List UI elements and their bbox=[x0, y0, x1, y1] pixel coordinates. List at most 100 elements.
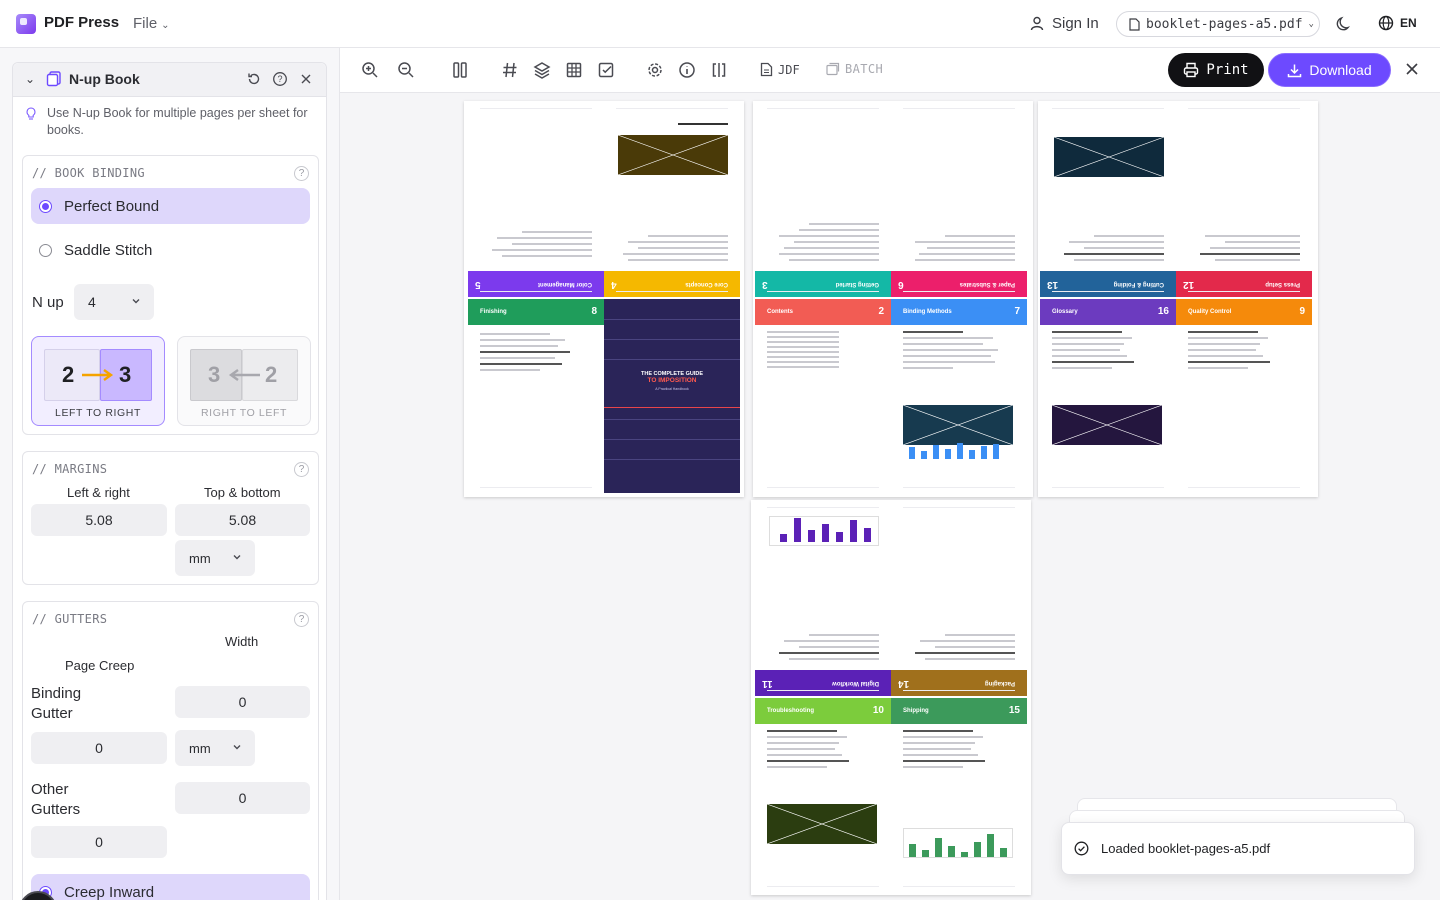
page-title: Press Setup bbox=[1265, 281, 1300, 287]
image-placeholder bbox=[1054, 137, 1164, 177]
bar-chart-figure bbox=[769, 516, 879, 546]
print-button[interactable]: Print bbox=[1168, 53, 1264, 87]
close-icon[interactable] bbox=[1404, 61, 1420, 77]
page-heading: Color Management 5 bbox=[468, 271, 604, 297]
option-perfect-bound[interactable]: Perfect Bound bbox=[31, 188, 310, 224]
document-icon bbox=[1129, 17, 1140, 31]
page-7: Binding Methods 7 bbox=[891, 299, 1027, 493]
jdf-button[interactable]: JDF bbox=[760, 62, 800, 77]
page-heading: Packaging 14 bbox=[891, 670, 1027, 696]
image-placeholder bbox=[903, 405, 1013, 445]
page-title: Core Concepts bbox=[685, 281, 728, 287]
page-title: Troubleshooting bbox=[767, 708, 814, 714]
help-icon[interactable]: ? bbox=[294, 166, 309, 181]
gutter-unit-select[interactable]: mm bbox=[175, 730, 255, 766]
binding-gutter-creep-input[interactable]: 0 bbox=[31, 732, 167, 764]
option-creep-inward[interactable]: Creep Inward bbox=[31, 874, 310, 900]
moon-icon[interactable] bbox=[1334, 14, 1354, 34]
close-icon[interactable] bbox=[298, 71, 314, 87]
page-8: Finishing 8 bbox=[468, 299, 604, 493]
imposed-sheet[interactable]: Getting Started 3 Paper & Substrates 6 Con… bbox=[753, 101, 1033, 497]
left-right-margin-input[interactable]: 5.08 bbox=[31, 504, 167, 536]
document-icon bbox=[760, 62, 773, 77]
section-title: // GUTTERS bbox=[32, 612, 108, 626]
layers-icon[interactable] bbox=[532, 60, 552, 80]
page-number: 4 bbox=[611, 279, 617, 290]
download-label: Download bbox=[1309, 62, 1372, 78]
print-label: Print bbox=[1206, 62, 1249, 78]
toast-message: Loaded booklet-pages-a5.pdf bbox=[1101, 841, 1271, 856]
page-heading: Press Setup 12 bbox=[1176, 271, 1312, 297]
sign-in-button[interactable]: Sign In bbox=[1030, 15, 1099, 32]
help-icon[interactable]: ? bbox=[294, 462, 309, 477]
other-gutters-creep-input[interactable]: 0 bbox=[31, 826, 167, 858]
checkbox-icon[interactable] bbox=[596, 60, 616, 80]
imposed-sheet[interactable]: Digital Workflow 11 Packaging 14 Troublesh… bbox=[751, 500, 1031, 895]
page-number: 8 bbox=[591, 306, 597, 317]
zoom-in-icon[interactable] bbox=[360, 60, 380, 80]
grid-icon[interactable] bbox=[564, 60, 584, 80]
page-number: 3 bbox=[208, 362, 221, 387]
nup-select[interactable]: 4 bbox=[74, 284, 154, 320]
direction-left-to-right[interactable]: 2 3 LEFT TO RIGHT bbox=[31, 336, 165, 426]
download-button[interactable]: Download bbox=[1268, 53, 1391, 87]
file-selector[interactable]: booklet-pages-a5.pdf ⌄ bbox=[1116, 11, 1320, 37]
page-10: Troubleshooting 10 bbox=[755, 698, 891, 892]
imposed-sheet[interactable]: Color Management 5 Core Concepts 4 Finishi… bbox=[464, 101, 744, 497]
split-view-icon[interactable] bbox=[709, 60, 729, 80]
jdf-label: JDF bbox=[778, 62, 800, 77]
page-title: Binding Methods bbox=[903, 309, 952, 315]
gear-icon[interactable] bbox=[645, 60, 665, 80]
settings-sidebar: ⌄ N-up Book ? Use N-up Book for multiple… bbox=[0, 48, 340, 900]
section-title: // BOOK BINDING bbox=[32, 166, 145, 180]
direction-label: LEFT TO RIGHT bbox=[55, 407, 141, 419]
info-icon[interactable] bbox=[677, 60, 697, 80]
page-number: 15 bbox=[1008, 705, 1020, 716]
cover-title-accent: TO IMPOSITION bbox=[647, 377, 697, 384]
section-title: // MARGINS bbox=[32, 462, 108, 476]
option-saddle-stitch[interactable]: Saddle Stitch bbox=[31, 232, 310, 268]
page-number: 6 bbox=[898, 279, 904, 290]
radio-selected[interactable] bbox=[39, 199, 52, 213]
viewer-toolbar: JDF BATCH Print Download bbox=[340, 48, 1440, 93]
other-gutters-width-input[interactable]: 0 bbox=[175, 782, 310, 814]
bar-chart-figure bbox=[903, 828, 1013, 858]
page-3: Getting Started 3 bbox=[755, 103, 891, 297]
zoom-out-icon[interactable] bbox=[396, 60, 416, 80]
page-5: Color Management 5 bbox=[468, 103, 604, 297]
chevron-down-icon bbox=[233, 555, 241, 560]
left-right-label: Left & right bbox=[67, 485, 130, 500]
page-number: 16 bbox=[1157, 306, 1169, 317]
binding-gutter-width-input[interactable]: 0 bbox=[175, 686, 310, 718]
batch-icon bbox=[826, 62, 840, 76]
top-bottom-label: Top & bottom bbox=[204, 485, 281, 500]
unit-value: mm bbox=[189, 550, 211, 566]
language-selector[interactable]: EN bbox=[1378, 15, 1417, 31]
nup-label: N up bbox=[32, 294, 64, 311]
page-heading: Getting Started 3 bbox=[755, 271, 891, 297]
margin-unit-select[interactable]: mm bbox=[175, 540, 255, 576]
page-title: Digital Workflow bbox=[832, 680, 879, 686]
notification-toast[interactable]: Loaded booklet-pages-a5.pdf bbox=[1061, 822, 1415, 875]
reset-icon[interactable] bbox=[246, 71, 262, 87]
columns-icon[interactable] bbox=[450, 60, 470, 80]
app-logo-icon bbox=[16, 14, 36, 34]
page-12: Press Setup 12 bbox=[1176, 103, 1312, 297]
help-icon[interactable]: ? bbox=[294, 612, 309, 627]
top-bottom-margin-input[interactable]: 5.08 bbox=[175, 504, 310, 536]
page-heading: Binding Methods 7 bbox=[891, 299, 1027, 325]
direction-right-to-left[interactable]: 3 2 RIGHT TO LEFT bbox=[177, 336, 311, 426]
page-number: 3 bbox=[762, 279, 768, 290]
hash-icon[interactable] bbox=[500, 60, 520, 80]
imposed-sheet[interactable]: Cutting & Folding 13 Press Setup 12 Glossa… bbox=[1038, 101, 1318, 497]
page-number: 11 bbox=[762, 678, 773, 689]
page-heading: Digital Workflow 11 bbox=[755, 670, 891, 696]
image-placeholder bbox=[618, 135, 728, 175]
help-icon[interactable]: ? bbox=[272, 71, 288, 87]
batch-button[interactable]: BATCH bbox=[826, 62, 883, 76]
radio-unselected[interactable] bbox=[39, 243, 52, 257]
page-13: Cutting & Folding 13 bbox=[1040, 103, 1176, 297]
file-menu[interactable]: File ⌄ bbox=[133, 15, 170, 32]
user-icon bbox=[1030, 16, 1044, 31]
chevron-down-icon[interactable]: ⌄ bbox=[25, 72, 35, 86]
